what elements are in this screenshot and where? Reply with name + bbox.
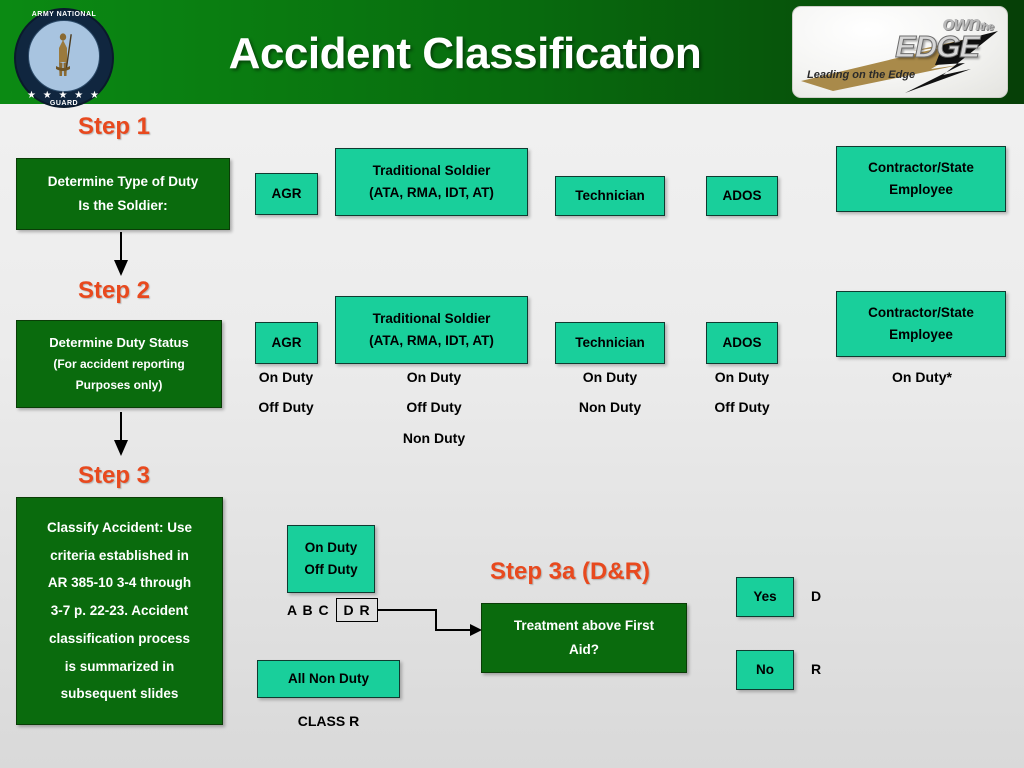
step-3-class-abc-label: A B C (287, 602, 330, 618)
step-3-label: Step 3 (78, 462, 151, 489)
step-2-traditional-soldier-line-1: Traditional Soldier (372, 310, 491, 326)
step-2-agr-status-1: Off Duty (258, 399, 314, 415)
step-2-traditional-status-0: On Duty (406, 369, 462, 385)
step-1-category-contractor-state-employee[interactable]: Contractor/State Employee (836, 146, 1006, 212)
step-3-classify-box: Classify Accident: Use criteria establis… (16, 497, 223, 725)
step-2-column-agr-box[interactable]: AGR (255, 322, 318, 364)
step-3a-question-line-1: Treatment above First (513, 618, 655, 634)
step-2-contractor-status-0: On Duty* (892, 369, 952, 385)
step-3a-answer-no-box[interactable]: No (736, 650, 794, 690)
step-2-column-agr-label: AGR (271, 334, 302, 350)
step-3-classify-line-5: is summarized in (64, 658, 175, 674)
step-1-label: Step 1 (78, 113, 151, 140)
step-2-column-traditional-soldier-box[interactable]: Traditional Soldier (ATA, RMA, IDT, AT) (335, 296, 528, 364)
step-1-category-agr[interactable]: AGR (255, 173, 318, 215)
connector-dr-to-treatment-question-icon (378, 609, 482, 636)
step-2-column-technician-box[interactable]: Technician (555, 322, 665, 364)
step-1-category-traditional-soldier-line-2: (ATA, RMA, IDT, AT) (369, 185, 494, 200)
step-3-class-dr-label: D R (343, 602, 371, 618)
step-3-off-duty-label: Off Duty (304, 562, 358, 577)
edge-tagline: Leading on the Edge (807, 69, 916, 81)
army-national-guard-seal-icon: ARMY NATIONAL ★ ★ ★ ★ ★ GUARD (14, 8, 114, 108)
step-3a-label: Step 3a (D&R) (490, 558, 651, 585)
page-title: Accident Classification (228, 29, 702, 78)
step-2-prompt-box: Determine Duty Status (For accident repo… (16, 320, 222, 408)
step-1-category-ados[interactable]: ADOS (706, 176, 778, 216)
own-the-edge-logo: ownthe EDGE Leading on the Edge (792, 6, 1008, 98)
step-2-prompt-line-2: (For accident reporting (53, 357, 185, 372)
step-1-category-technician-label: Technician (575, 187, 645, 203)
step-2-prompt-line-1: Determine Duty Status (49, 334, 189, 350)
arrow-step2-to-step3-icon (114, 412, 128, 456)
step-2-ados-status-1: Off Duty (714, 399, 770, 415)
step-2-ados-status-0: On Duty (714, 369, 770, 385)
step-3-on-off-duty-box[interactable]: On Duty Off Duty (287, 525, 375, 593)
step-2-label: Step 2 (78, 277, 151, 304)
step-3-class-dr-box: D R (336, 598, 378, 622)
step-2-technician-label: Technician (575, 334, 645, 350)
minuteman-figure-icon (56, 33, 72, 76)
seal-arc-top-text: ARMY NATIONAL (31, 11, 97, 18)
step-3-on-duty-label: On Duty (304, 539, 358, 555)
step-1-prompt-line-2: Is the Soldier: (78, 198, 168, 213)
step-1-category-contractor-line-2: Employee (889, 182, 953, 197)
step-3-classify-line-4: classification process (48, 630, 191, 646)
step-3a-answer-yes-label: Yes (753, 588, 777, 604)
edge-text: EDGE (895, 29, 981, 65)
step-3-all-non-duty-label: All Non Duty (288, 670, 369, 686)
step-3-classify-line-0: Classify Accident: Use (46, 520, 193, 536)
step-1-category-technician[interactable]: Technician (555, 176, 665, 216)
step-1-category-traditional-soldier-line-1: Traditional Soldier (372, 162, 491, 178)
step-3-classify-line-1: criteria established in (50, 547, 189, 563)
step-2-agr-status-0: On Duty (258, 369, 314, 385)
step-2-prompt-line-3: Purposes only) (75, 378, 163, 393)
step-3-all-non-duty-box[interactable]: All Non Duty (257, 660, 400, 698)
step-1-category-contractor-line-1: Contractor/State (868, 159, 974, 175)
title-banner: ARMY NATIONAL ★ ★ ★ ★ ★ GUARD Accident C… (0, 0, 1024, 108)
step-1-prompt-box: Determine Type of Duty Is the Soldier: (16, 158, 230, 230)
seal-arc-bottom-text: GUARD (49, 100, 79, 107)
step-2-technician-status-0: On Duty (582, 369, 638, 385)
step-1-category-agr-label: AGR (271, 185, 302, 201)
step-3a-answer-no-code: R (810, 661, 822, 677)
step-1-category-ados-label: ADOS (722, 187, 762, 203)
step-3-classify-line-3: 3-7 p. 22-23. Accident (50, 603, 189, 619)
step-2-traditional-status-2: Non Duty (402, 430, 466, 446)
step-3a-answer-yes-code: D (810, 588, 822, 604)
step-3a-answer-yes-box[interactable]: Yes (736, 577, 794, 617)
step-2-ados-label: ADOS (722, 334, 762, 350)
step-3-class-r-label: CLASS R (297, 713, 360, 729)
step-3-classify-line-6: subsequent slides (60, 686, 179, 702)
step-1-category-traditional-soldier[interactable]: Traditional Soldier (ATA, RMA, IDT, AT) (335, 148, 528, 216)
step-3a-question-line-2: Aid? (569, 642, 599, 657)
step-2-contractor-line-1: Contractor/State (868, 304, 974, 320)
step-1-prompt-line-1: Determine Type of Duty (47, 174, 199, 190)
step-2-column-ados-box[interactable]: ADOS (706, 322, 778, 364)
step-2-traditional-soldier-line-2: (ATA, RMA, IDT, AT) (369, 333, 494, 348)
step-3a-answer-no-label: No (756, 661, 774, 677)
step-2-column-contractor-box[interactable]: Contractor/State Employee (836, 291, 1006, 357)
arrow-step1-to-step2-icon (114, 232, 128, 276)
step-2-traditional-status-1: Off Duty (406, 399, 462, 415)
step-3-classify-line-2: AR 385-10 3-4 through (47, 575, 192, 591)
step-2-contractor-line-2: Employee (889, 327, 953, 342)
step-2-technician-status-1: Non Duty (578, 399, 642, 415)
step-3a-question-box: Treatment above First Aid? (481, 603, 687, 673)
